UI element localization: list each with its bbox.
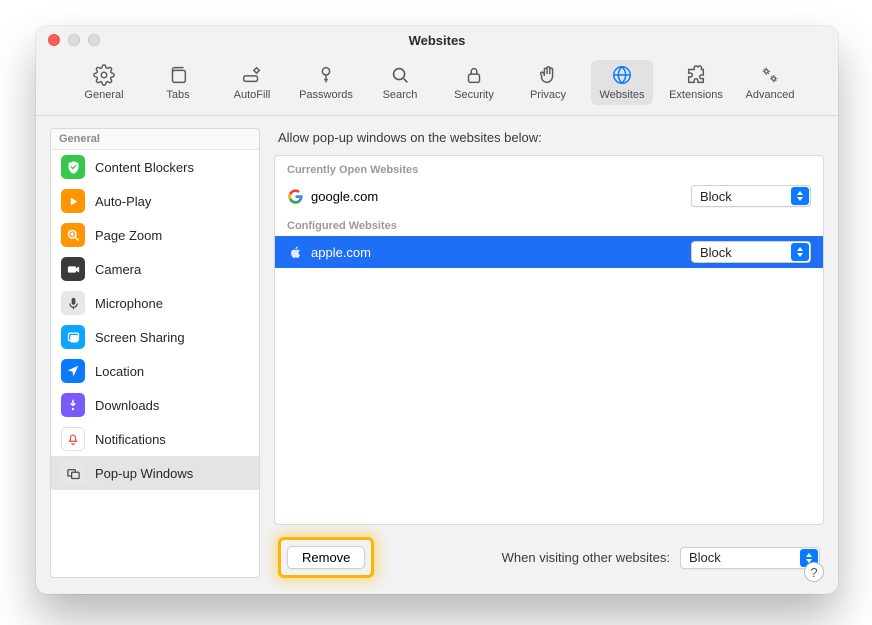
sidebar: General Content Blockers Auto-Play Page … [50,128,260,578]
tab-extensions[interactable]: Extensions [665,60,727,105]
tab-privacy[interactable]: Privacy [517,60,579,105]
content-area: General Content Blockers Auto-Play Page … [36,116,838,594]
other-websites-control: When visiting other websites: Block [502,547,820,569]
sidebar-item-label: Page Zoom [95,228,162,243]
tab-label: Tabs [166,89,189,101]
tab-security[interactable]: Security [443,60,505,105]
footer-row: Remove When visiting other websites: Blo… [274,525,824,578]
sidebar-item-screen-sharing[interactable]: Screen Sharing [51,320,259,354]
stepper-arrows-icon [791,243,809,261]
sidebar-item-auto-play[interactable]: Auto-Play [51,184,259,218]
sidebar-item-downloads[interactable]: Downloads [51,388,259,422]
other-websites-select[interactable]: Block [680,547,820,569]
sidebar-item-microphone[interactable]: Microphone [51,286,259,320]
sidebar-header: General [51,129,259,150]
main-panel: Allow pop-up windows on the websites bel… [274,128,824,578]
globe-icon [611,64,633,86]
site-name: apple.com [311,245,683,260]
popup-windows-icon [61,461,85,485]
sidebar-item-label: Auto-Play [95,194,151,209]
download-icon [61,393,85,417]
help-label: ? [810,565,817,580]
sidebar-item-label: Pop-up Windows [95,466,193,481]
tab-label: AutoFill [234,89,271,101]
shield-check-icon [61,155,85,179]
tab-autofill[interactable]: AutoFill [221,60,283,105]
sidebar-item-label: Camera [95,262,141,277]
bell-icon [61,427,85,451]
gear-icon [93,64,115,86]
help-button[interactable]: ? [804,562,824,582]
remove-button[interactable]: Remove [287,546,365,569]
sidebar-item-label: Screen Sharing [95,330,185,345]
preferences-window: Websites General Tabs AutoFill Passwords… [36,26,838,594]
tab-general[interactable]: General [73,60,135,105]
sidebar-item-popup-windows[interactable]: Pop-up Windows [51,456,259,490]
sidebar-item-label: Notifications [95,432,166,447]
site-row[interactable]: google.com Block [275,180,823,212]
tab-label: Security [454,89,494,101]
window-title: Websites [36,33,838,48]
camera-icon [61,257,85,281]
titlebar: Websites [36,26,838,54]
tab-label: General [84,89,123,101]
sidebar-item-location[interactable]: Location [51,354,259,388]
select-value: Block [700,245,732,260]
location-arrow-icon [61,359,85,383]
play-icon [61,189,85,213]
lock-icon [463,64,485,86]
sidebar-item-camera[interactable]: Camera [51,252,259,286]
sidebar-item-label: Microphone [95,296,163,311]
tab-passwords[interactable]: Passwords [295,60,357,105]
tab-advanced[interactable]: Advanced [739,60,801,105]
tab-label: Advanced [746,89,795,101]
google-favicon-icon [287,188,303,204]
tab-label: Websites [599,89,644,101]
tab-search[interactable]: Search [369,60,431,105]
apple-favicon-icon [287,244,303,260]
sidebar-item-content-blockers[interactable]: Content Blockers [51,150,259,184]
preferences-toolbar: General Tabs AutoFill Passwords Search S… [36,54,838,116]
tab-label: Search [383,89,418,101]
other-websites-label: When visiting other websites: [502,550,670,565]
key-icon [315,64,337,86]
pencil-icon [241,64,263,86]
remove-highlight: Remove [278,537,374,578]
tab-tabs[interactable]: Tabs [147,60,209,105]
policy-select[interactable]: Block [691,241,811,263]
site-row[interactable]: apple.com Block [275,236,823,268]
sidebar-item-page-zoom[interactable]: Page Zoom [51,218,259,252]
zoom-icon [61,223,85,247]
tab-label: Extensions [669,89,723,101]
sidebar-item-label: Location [95,364,144,379]
section-configured-websites: Configured Websites [275,212,823,236]
sidebar-item-label: Content Blockers [95,160,194,175]
stepper-arrows-icon [791,187,809,205]
sidebar-item-notifications[interactable]: Notifications [51,422,259,456]
tab-label: Privacy [530,89,566,101]
tab-websites[interactable]: Websites [591,60,653,105]
sidebar-item-label: Downloads [95,398,159,413]
tab-label: Passwords [299,89,353,101]
policy-select[interactable]: Block [691,185,811,207]
section-open-websites: Currently Open Websites [275,156,823,180]
website-list: Currently Open Websites google.com Block… [274,155,824,525]
screen-sharing-icon [61,325,85,349]
hand-icon [537,64,559,86]
main-panel-title: Allow pop-up windows on the websites bel… [274,128,824,155]
select-value: Block [700,189,732,204]
puzzle-icon [685,64,707,86]
search-icon [389,64,411,86]
select-value: Block [689,550,721,565]
gears-icon [759,64,781,86]
tabs-icon [167,64,189,86]
site-name: google.com [311,189,683,204]
microphone-icon [61,291,85,315]
